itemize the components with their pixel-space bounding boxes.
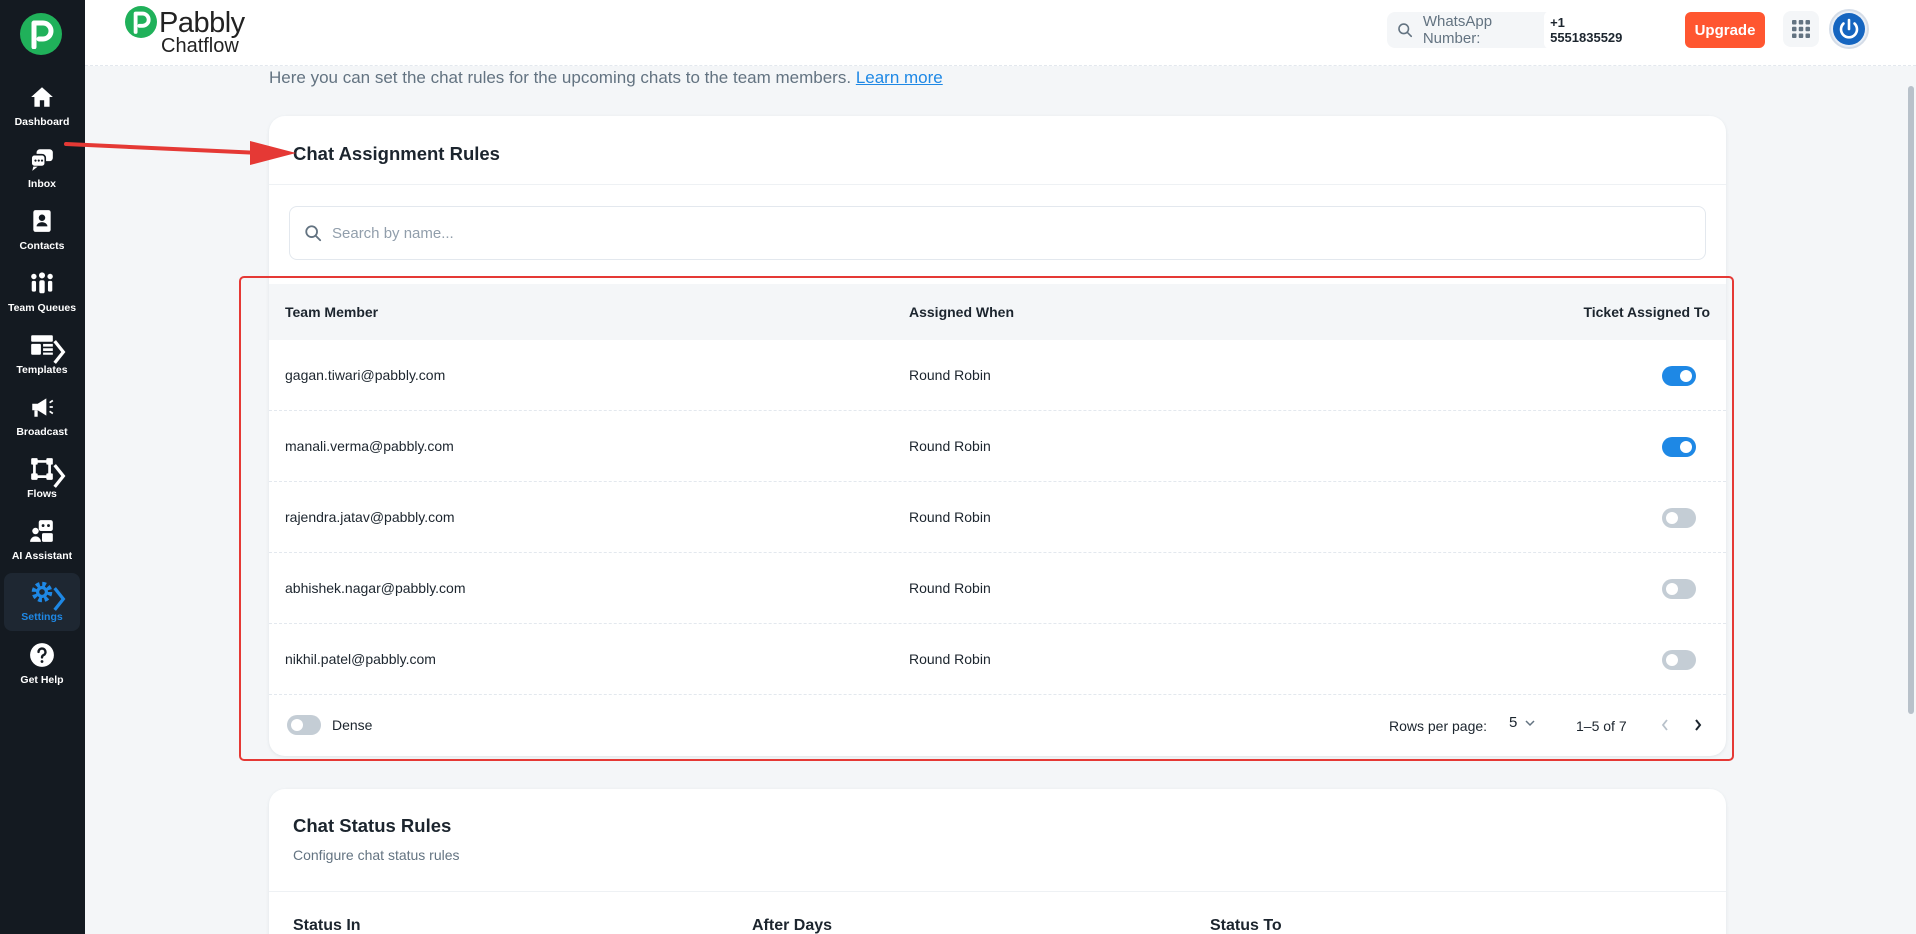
next-page-button[interactable] <box>1686 713 1710 737</box>
divider <box>269 891 1726 892</box>
chevron-left-icon <box>1661 719 1668 731</box>
assigned-when: Round Robin <box>909 509 991 525</box>
table-row: manali.verma@pabbly.com Round Robin <box>269 411 1726 482</box>
chat-status-rules-card: Chat Status Rules Configure chat status … <box>269 789 1726 934</box>
sidebar-item-settings[interactable]: Settings <box>4 573 80 631</box>
apps-grid-button[interactable] <box>1783 11 1819 47</box>
page-scrollbar[interactable] <box>1906 66 1916 934</box>
chevron-down-icon <box>1525 719 1535 726</box>
sidebar-item-get-help[interactable]: Get Help <box>4 636 80 694</box>
whatsapp-label: WhatsApp Number: <box>1422 13 1493 47</box>
assigned-when: Round Robin <box>909 438 991 454</box>
search-box <box>289 206 1706 260</box>
sidebar-item-ai-assistant[interactable]: AI Assistant <box>4 512 80 570</box>
card-title: Chat Assignment Rules <box>293 143 500 164</box>
column-header-team-member[interactable]: Team Member <box>285 304 378 320</box>
sidebar-item-label: Settings <box>21 611 63 623</box>
column-header-after-days: After Days <box>752 917 833 934</box>
brand-logo[interactable]: Pabbly Chatflow <box>125 5 255 57</box>
rows-per-page-value: 5 <box>1509 714 1518 731</box>
team-member-email: rajendra.jatav@pabbly.com <box>285 509 455 525</box>
avatar[interactable] <box>1829 9 1869 49</box>
sidebar-item-label: Get Help <box>20 674 64 686</box>
table-row: rajendra.jatav@pabbly.com Round Robin <box>269 482 1726 553</box>
divider <box>269 184 1726 185</box>
rows-per-page-label: Rows per page: <box>1389 718 1488 734</box>
sidebar-item-team-queues[interactable]: Team Queues <box>4 264 80 322</box>
ai-assistant-icon <box>30 520 53 542</box>
column-header-status-to: Status To <box>1210 917 1282 934</box>
top-header: Pabbly Chatflow WhatsApp Number: +1 5551… <box>85 0 1916 66</box>
sidebar-item-broadcast[interactable]: Broadcast <box>4 388 80 446</box>
dense-toggle[interactable] <box>287 715 321 735</box>
column-header-ticket-assigned-to[interactable]: Ticket Assigned To <box>1583 304 1710 320</box>
previous-page-button[interactable] <box>1653 713 1677 737</box>
table-header: Team Member Assigned When Ticket Assigne… <box>269 284 1726 340</box>
home-icon <box>31 87 53 107</box>
brand-p-icon <box>125 6 157 38</box>
team-member-email: gagan.tiwari@pabbly.com <box>285 367 446 383</box>
table-row: nikhil.patel@pabbly.com Round Robin <box>269 624 1726 695</box>
chevron-right-icon <box>1695 719 1702 731</box>
sidebar-item-label: AI Assistant <box>11 550 73 562</box>
sidebar-item-label: Dashboard <box>14 116 70 128</box>
assigned-when: Round Robin <box>909 580 991 596</box>
upgrade-button[interactable]: Upgrade <box>1685 12 1765 48</box>
card-subtitle: Configure chat status rules <box>293 847 460 863</box>
search-input[interactable] <box>332 224 1632 242</box>
sidebar-item-label: Team Queues <box>7 302 77 314</box>
assigned-when: Round Robin <box>909 367 991 383</box>
sidebar-item-dashboard[interactable]: Dashboard <box>4 78 80 136</box>
ticket-assigned-toggle[interactable] <box>1662 366 1696 386</box>
ticket-assigned-toggle[interactable] <box>1662 437 1696 457</box>
sidebar-item-label: Inbox <box>28 178 56 190</box>
help-icon <box>30 643 54 667</box>
chevron-right-icon <box>53 340 66 364</box>
chat-bubbles-icon <box>30 149 53 171</box>
page-description: Here you can set the chat rules for the … <box>269 68 943 88</box>
apps-grid-icon <box>1792 20 1810 38</box>
card-title: Chat Status Rules <box>293 815 452 836</box>
scrollbar-thumb[interactable] <box>1908 86 1914 714</box>
chevron-right-icon <box>53 587 66 611</box>
chat-assignment-rules-card: Chat Assignment Rules Team Member Assign… <box>269 116 1726 756</box>
contact-book-icon <box>33 210 51 232</box>
pagination-info: 1–5 of 7 <box>1576 718 1627 734</box>
learn-more-link[interactable]: Learn more <box>856 68 943 87</box>
team-member-email: abhishek.nagar@pabbly.com <box>285 580 466 596</box>
table-footer: Dense Rows per page: 5 1–5 of 7 <box>269 696 1726 752</box>
annotation-arrow-icon <box>64 141 296 165</box>
whatsapp-number: +1 5551835529 <box>1544 11 1636 49</box>
search-icon <box>305 225 322 242</box>
rows-per-page-select[interactable]: 5 <box>1509 714 1537 731</box>
table-row: abhishek.nagar@pabbly.com Round Robin <box>269 553 1726 624</box>
assigned-when: Round Robin <box>909 651 991 667</box>
page-description-text: Here you can set the chat rules for the … <box>269 68 852 87</box>
brand-sub: Chatflow <box>161 35 239 57</box>
power-icon <box>1833 13 1865 45</box>
sidebar-item-flows[interactable]: Flows <box>4 450 80 508</box>
team-icon <box>31 272 53 294</box>
sidebar-item-templates[interactable]: Templates <box>4 326 80 384</box>
sidebar-item-contacts[interactable]: Contacts <box>4 202 80 260</box>
column-header-assigned-when[interactable]: Assigned When <box>909 304 1014 320</box>
sidebar-item-label: Broadcast <box>16 426 68 438</box>
sidebar-item-label: Flows <box>27 488 57 500</box>
app-logo-icon[interactable] <box>20 13 62 55</box>
sidebar-item-label: Contacts <box>19 240 65 252</box>
search-icon <box>1398 23 1413 38</box>
sidebar-item-label: Templates <box>16 364 68 376</box>
table-row: gagan.tiwari@pabbly.com Round Robin <box>269 340 1726 411</box>
whatsapp-number-box[interactable]: WhatsApp Number: +1 5551835529 <box>1387 11 1636 49</box>
ticket-assigned-toggle[interactable] <box>1662 579 1696 599</box>
ticket-assigned-toggle[interactable] <box>1662 650 1696 670</box>
chevron-right-icon <box>53 464 66 488</box>
ticket-assigned-toggle[interactable] <box>1662 508 1696 528</box>
team-member-email: nikhil.patel@pabbly.com <box>285 651 436 667</box>
dense-label: Dense <box>332 717 373 733</box>
column-header-status-in: Status In <box>293 917 361 934</box>
team-member-email: manali.verma@pabbly.com <box>285 438 454 454</box>
megaphone-icon <box>32 398 54 417</box>
